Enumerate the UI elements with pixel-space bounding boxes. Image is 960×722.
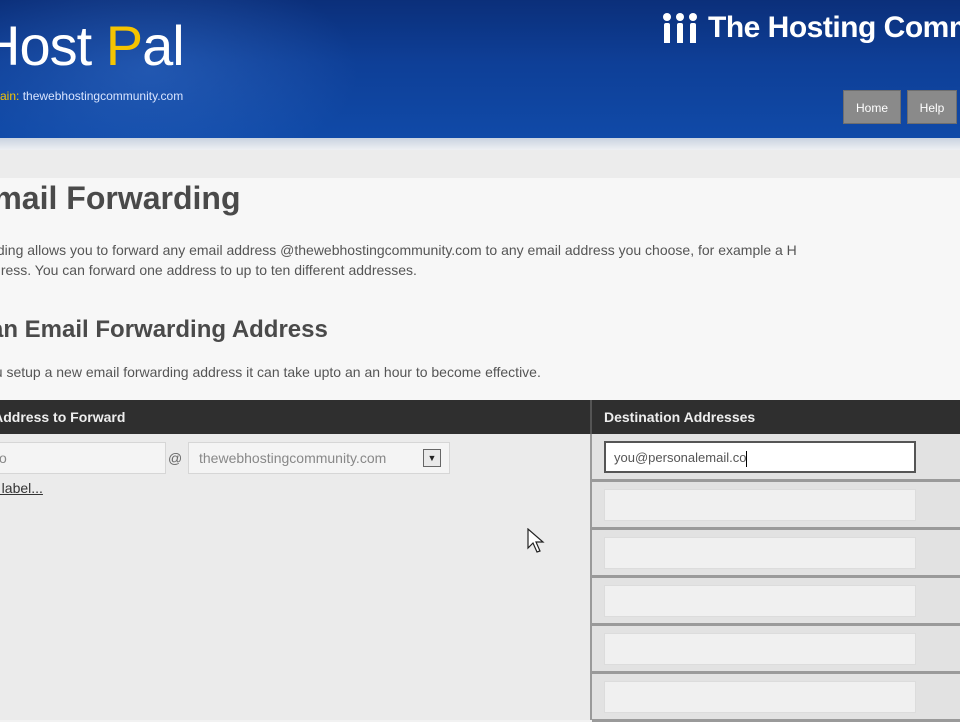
domain-label: ain: (0, 89, 20, 103)
destination-address-input[interactable] (604, 537, 916, 569)
destination-address-input[interactable] (604, 585, 916, 617)
section-title: an Email Forwarding Address (0, 316, 328, 343)
destination-row (592, 626, 960, 674)
destination-address-input[interactable]: you@personalemail.co (604, 441, 916, 473)
people-icon (662, 13, 698, 43)
current-domain: ain: thewebhostingcommunity.com (0, 89, 183, 103)
destination-row (592, 482, 960, 530)
intro-line-2: oo address. You can forward one address … (0, 262, 417, 278)
source-pane (0, 434, 590, 720)
domain-value: thewebhostingcommunity.com (22, 89, 184, 103)
home-button[interactable]: Home (843, 90, 901, 124)
intro-text: forwarding allows you to forward any ema… (0, 240, 960, 280)
brand-logo[interactable]: Host Pal (0, 18, 185, 74)
mouse-pointer-icon (527, 528, 545, 553)
destination-row: you@personalemail.co (592, 434, 960, 482)
local-part-input[interactable]: o (0, 442, 166, 474)
help-button[interactable]: Help (907, 90, 957, 124)
domain-select-value: thewebhostingcommunity.com (199, 450, 387, 466)
column-destination: Destination Addresses (604, 409, 756, 425)
intro-line-1: forwarding allows you to forward any ema… (0, 242, 797, 258)
column-source: il Address to Forward (0, 409, 126, 425)
text-caret (746, 450, 748, 467)
header-divider-line (590, 400, 592, 434)
destination-address-input[interactable] (604, 633, 916, 665)
brand-mid: ost (19, 14, 106, 77)
page-title: Email Forwarding (0, 180, 241, 216)
brand-prefix: H (0, 14, 20, 77)
chevron-down-icon[interactable]: ▼ (423, 449, 441, 467)
destination-row (592, 674, 960, 722)
site-header: Host Pal ain: thewebhostingcommunity.com… (0, 0, 960, 138)
table-header: il Address to Forward Destination Addres… (0, 400, 960, 434)
header-divider (0, 138, 960, 150)
brand-suffix: al (142, 14, 185, 77)
destination-address-value: you@personalemail.co (614, 450, 747, 465)
community-logo[interactable]: The Hosting Comm (662, 10, 960, 46)
domain-select[interactable]: thewebhostingcommunity.com (188, 442, 450, 474)
content-top-band (0, 150, 960, 178)
setup-note: you setup a new email forwarding address… (0, 364, 541, 380)
add-label-link[interactable]: a label... (0, 480, 43, 496)
destination-row (592, 578, 960, 626)
destination-row (592, 530, 960, 578)
brand-highlight: P (105, 14, 143, 77)
destination-address-input[interactable] (604, 681, 916, 713)
at-sign: @ (168, 450, 183, 466)
community-title: The Hosting Comm (708, 11, 960, 44)
destination-address-input[interactable] (604, 489, 916, 521)
